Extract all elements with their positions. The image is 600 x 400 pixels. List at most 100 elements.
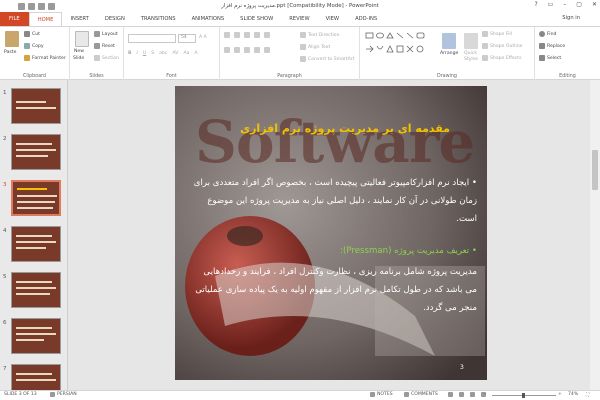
align-text-button[interactable]: Align Text	[300, 44, 330, 50]
slide-sorter-icon[interactable]	[459, 392, 464, 397]
align-text-icon	[300, 44, 306, 50]
tab-transitions[interactable]: TRANSITIONS	[133, 12, 184, 26]
notes-button[interactable]: NOTES	[370, 392, 393, 397]
fit-to-window-icon[interactable]: ⛶	[586, 392, 589, 398]
quick-styles-button-line2[interactable]: Styles	[464, 57, 478, 62]
slide-thumbnail-7[interactable]	[11, 364, 61, 390]
tab-home[interactable]: HOME	[28, 12, 63, 26]
grow-font-button[interactable]: A A	[199, 35, 207, 40]
zoom-out-button[interactable]: –	[484, 392, 486, 397]
slide-paragraph-1[interactable]: • ایجاد نرم افزارکامپیوتر فعالیتی پیچیده…	[189, 174, 477, 228]
underline-icon[interactable]: U	[143, 51, 146, 56]
slide-paragraph-2[interactable]: مدیریت پروژه شامل برنامه ریزی ، نظارت وک…	[189, 263, 477, 317]
tab-animations[interactable]: ANIMATIONS	[184, 12, 233, 26]
shape-effects-button[interactable]: Shape Effects	[482, 55, 521, 61]
view-buttons[interactable]	[448, 392, 486, 397]
align-left-icon[interactable]	[224, 47, 230, 53]
list-buttons[interactable]	[224, 32, 270, 38]
format-painter-label: Format Painter	[32, 55, 66, 61]
find-button[interactable]: Find	[539, 31, 556, 37]
quick-styles-button[interactable]: Quick	[464, 51, 477, 56]
alignment-buttons[interactable]	[224, 47, 270, 53]
bullets-icon[interactable]	[224, 32, 230, 38]
tab-review[interactable]: REVIEW	[281, 12, 317, 26]
tab-slide-show[interactable]: SLIDE SHOW	[232, 12, 281, 26]
replace-icon	[539, 43, 545, 49]
line-spacing-icon[interactable]	[264, 32, 270, 38]
ribbon-tabs: FILE HOME INSERT DESIGN TRANSITIONS ANIM…	[0, 12, 600, 26]
shape-outline-button[interactable]: Shape Outline	[482, 43, 522, 49]
arrange-icon[interactable]	[442, 33, 456, 49]
slide-thumbnail-3[interactable]	[11, 180, 61, 216]
slide-title[interactable]: مقدمه ای بر مدیریت پروژه نرم افزاری	[215, 122, 475, 135]
convert-smartart-button[interactable]: Convert to SmartArt	[300, 56, 354, 62]
justify-icon[interactable]	[254, 47, 260, 53]
scroll-thumb[interactable]	[592, 150, 598, 190]
language-indicator[interactable]: PERSIAN	[50, 392, 77, 397]
new-slide-icon[interactable]	[75, 31, 89, 47]
sign-in-link[interactable]: Sign in	[562, 15, 580, 21]
text-direction-button[interactable]: Text Direction	[300, 32, 340, 38]
vertical-scrollbar[interactable]	[590, 80, 600, 390]
close-button[interactable]: ✕	[592, 1, 597, 8]
new-slide-button[interactable]: New	[74, 49, 84, 54]
slide-thumbnail-1[interactable]	[11, 88, 61, 124]
numbering-icon[interactable]	[234, 32, 240, 38]
bold-icon[interactable]: B	[128, 51, 132, 56]
columns-icon[interactable]	[264, 47, 270, 53]
layout-button[interactable]: Layout	[94, 31, 118, 37]
font-color-icon[interactable]: A	[194, 51, 197, 56]
slides-group: New Slide Layout Reset Section Slides	[70, 27, 124, 80]
cut-button[interactable]: Cut	[24, 31, 40, 37]
reading-view-icon[interactable]	[470, 392, 475, 397]
shapes-gallery[interactable]	[364, 31, 430, 61]
slide-paragraph-2-heading[interactable]: • تعریف مدیریت پروژه (Pressman):	[189, 246, 477, 256]
copy-button[interactable]: Copy	[24, 43, 44, 49]
slide-thumbnail-6[interactable]	[11, 318, 61, 354]
replace-button[interactable]: Replace	[539, 43, 565, 49]
slide-thumbnails-pane[interactable]: 1 2 3 4 5 6 7	[0, 80, 68, 390]
cursor-icon	[539, 55, 545, 61]
paste-button[interactable]: Paste	[4, 50, 16, 55]
reset-button[interactable]: Reset	[94, 43, 115, 49]
font-format-buttons[interactable]: B I U Sabc AV Aa A	[128, 51, 198, 56]
new-slide-button-line2[interactable]: Slide	[73, 56, 84, 61]
zoom-in-button[interactable]: +	[558, 392, 562, 397]
increase-indent-icon[interactable]	[254, 32, 260, 38]
shape-fill-button[interactable]: Shape Fill	[482, 31, 512, 37]
help-button[interactable]: ?	[534, 1, 537, 8]
decrease-indent-icon[interactable]	[244, 32, 250, 38]
minimize-button[interactable]: –	[563, 1, 566, 8]
shadow-icon[interactable]: S	[151, 51, 154, 56]
slide-thumbnail-5[interactable]	[11, 272, 61, 308]
tab-file[interactable]: FILE	[0, 12, 29, 26]
current-slide[interactable]: Software مقدمه ای بر مدیریت پروژه نرم اف…	[175, 86, 487, 380]
strike-icon[interactable]: abc	[159, 51, 167, 56]
status-bar: SLIDE 3 OF 13 PERSIAN NOTES COMMENTS – +…	[0, 390, 600, 400]
paste-icon[interactable]	[5, 31, 19, 47]
slide-thumbnail-2[interactable]	[11, 134, 61, 170]
tab-view[interactable]: VIEW	[318, 12, 348, 26]
format-painter-button[interactable]: Format Painter	[24, 55, 66, 61]
align-center-icon[interactable]	[234, 47, 240, 53]
section-button[interactable]: Section	[94, 55, 119, 61]
ribbon-display-button[interactable]: ▭	[548, 1, 554, 8]
font-size-box[interactable]: 54	[178, 34, 196, 43]
maximize-button[interactable]: ▢	[576, 1, 582, 8]
select-button[interactable]: Select	[539, 55, 561, 61]
italic-icon[interactable]: I	[137, 51, 138, 56]
comments-button[interactable]: COMMENTS	[404, 392, 438, 397]
tab-design[interactable]: DESIGN	[97, 12, 133, 26]
align-right-icon[interactable]	[244, 47, 250, 53]
zoom-level[interactable]: 74%	[568, 392, 578, 397]
slide-thumbnail-4[interactable]	[11, 226, 61, 262]
quick-styles-icon[interactable]	[464, 33, 478, 49]
normal-view-icon[interactable]	[448, 392, 453, 397]
font-name-box[interactable]	[128, 34, 176, 43]
zoom-slider-thumb[interactable]	[522, 393, 525, 398]
spacing-icon[interactable]: AV	[172, 51, 178, 56]
tab-add-ins[interactable]: ADD-INS	[347, 12, 385, 26]
tab-insert[interactable]: INSERT	[62, 12, 96, 26]
case-icon[interactable]: Aa	[183, 51, 189, 56]
arrange-button[interactable]: Arrange	[440, 51, 458, 56]
